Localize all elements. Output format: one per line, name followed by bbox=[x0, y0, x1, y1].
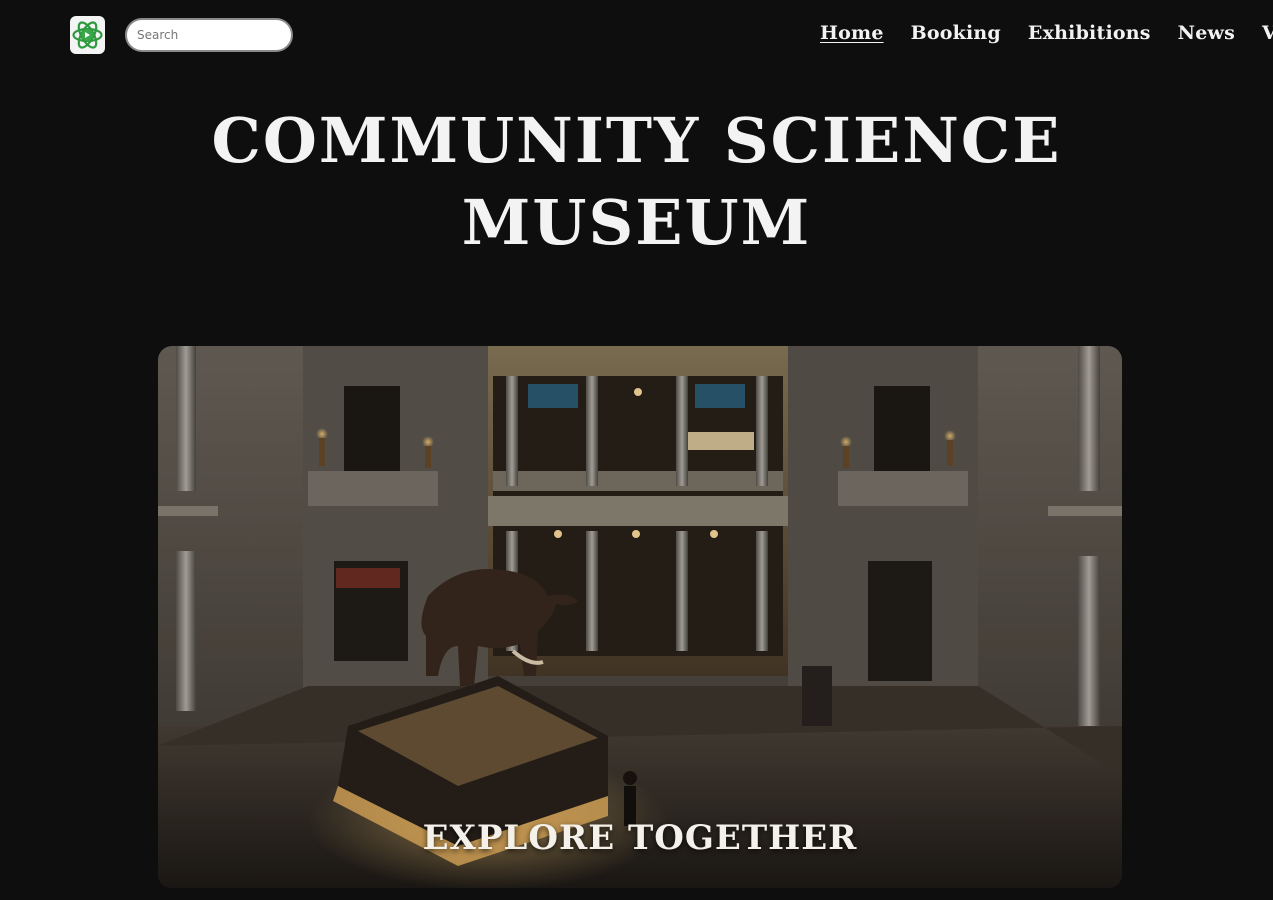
nav-link-booking[interactable]: Booking bbox=[911, 22, 1001, 44]
nav-link-visit[interactable]: Visit bbox=[1262, 22, 1273, 44]
main-nav: Home Booking Exhibitions News Visit bbox=[820, 22, 1273, 44]
page-title-line-2: MUSEUM bbox=[461, 186, 812, 259]
nav-link-home[interactable]: Home bbox=[820, 22, 884, 44]
top-navigation-bar: Home Booking Exhibitions News Visit bbox=[0, 0, 1273, 70]
page-title: COMMUNITY SCIENCE MUSEUM bbox=[0, 100, 1273, 264]
hero-caption: EXPLORE TOGETHER bbox=[422, 818, 858, 858]
nav-link-exhibitions[interactable]: Exhibitions bbox=[1028, 22, 1151, 44]
museum-rotunda-image bbox=[158, 346, 1122, 888]
nav-link-news[interactable]: News bbox=[1178, 22, 1235, 44]
hero-banner: EXPLORE TOGETHER bbox=[158, 346, 1122, 888]
page-title-line-1: COMMUNITY SCIENCE bbox=[211, 104, 1062, 177]
museum-logo-icon[interactable] bbox=[70, 16, 105, 54]
search-input[interactable] bbox=[125, 18, 293, 52]
